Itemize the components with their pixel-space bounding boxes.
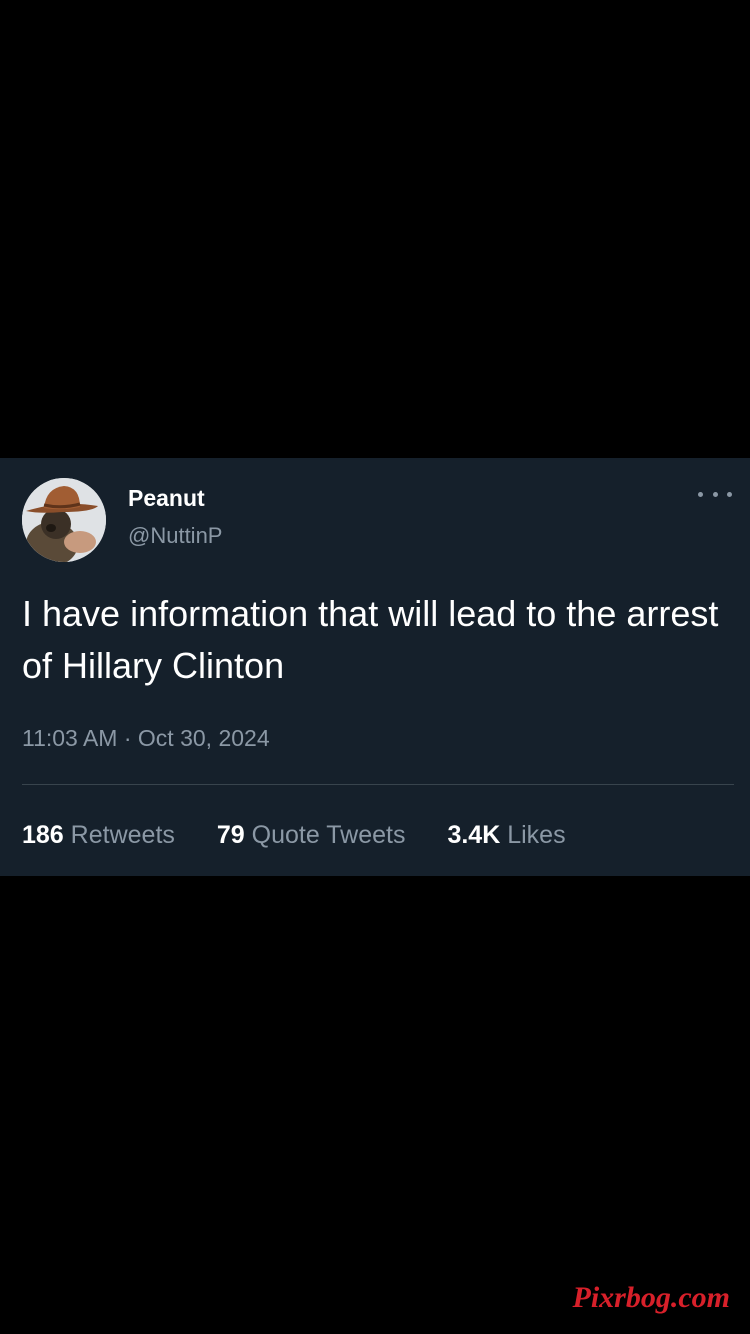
watermark: Pixrbog.com bbox=[572, 1281, 731, 1314]
screenshot-page: Peanut @NuttinP I have information that … bbox=[0, 0, 750, 1334]
more-horizontal-icon-dot bbox=[727, 491, 732, 497]
quote-tweets-stat[interactable]: 79 Quote Tweets bbox=[217, 819, 406, 851]
author-info: Peanut @NuttinP bbox=[128, 484, 222, 550]
tweet-stats: 186 Retweets 79 Quote Tweets 3.4K Likes bbox=[22, 819, 566, 851]
tweet-text: I have information that will lead to the… bbox=[22, 593, 719, 686]
quote-tweets-label: Quote Tweets bbox=[251, 821, 406, 849]
divider bbox=[22, 784, 734, 785]
retweets-count: 186 bbox=[22, 821, 64, 849]
author-handle[interactable]: @NuttinP bbox=[128, 522, 222, 550]
likes-stat[interactable]: 3.4K Likes bbox=[447, 819, 565, 851]
tweet-timestamp[interactable]: 11:03 AM · Oct 30, 2024 bbox=[22, 723, 270, 753]
author-display-name[interactable]: Peanut bbox=[128, 484, 222, 512]
avatar[interactable] bbox=[22, 478, 106, 562]
likes-label: Likes bbox=[507, 821, 566, 849]
avatar-image bbox=[22, 478, 106, 562]
quote-tweets-count: 79 bbox=[216, 821, 245, 849]
more-options-button[interactable] bbox=[698, 486, 732, 502]
more-horizontal-icon bbox=[698, 491, 703, 497]
retweets-label: Retweets bbox=[70, 821, 175, 849]
retweets-stat[interactable]: 186 Retweets bbox=[22, 819, 175, 851]
more-horizontal-icon-dot bbox=[712, 491, 718, 497]
tweet-card: Peanut @NuttinP I have information that … bbox=[0, 458, 750, 876]
likes-count: 3.4K bbox=[447, 821, 501, 849]
